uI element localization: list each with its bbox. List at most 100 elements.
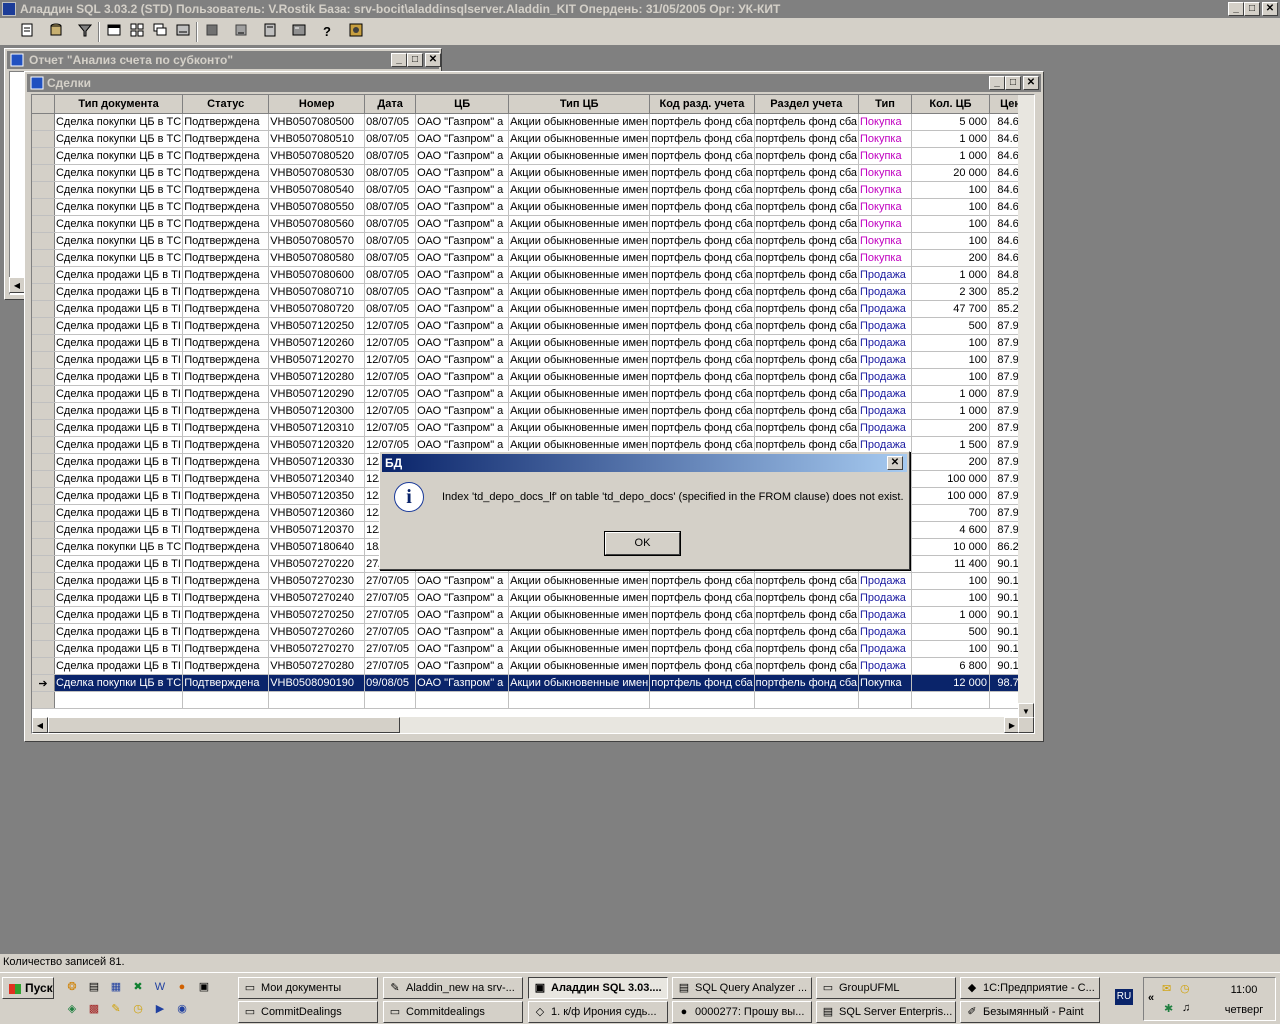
table-row[interactable]: Сделка покупки ЦБ в ТС Подтверждена VHB050…: [32, 130, 1034, 148]
cell-security[interactable]: ОАО "Газпром" а: [415, 351, 510, 369]
cell-quantity[interactable]: 500: [911, 623, 990, 641]
cell-number[interactable]: VHB0507080600: [268, 266, 366, 284]
report-maximize-button[interactable]: □: [407, 53, 423, 67]
taskbar-button[interactable]: ◆ 1С:Предприятие - С...: [960, 977, 1100, 999]
cell-status[interactable]: Подтверждена: [182, 232, 270, 250]
cell-date[interactable]: 08/07/05: [364, 232, 417, 250]
cell-section[interactable]: портфель фонд сба: [754, 572, 860, 590]
cell-type[interactable]: Продажа: [858, 419, 912, 437]
language-indicator[interactable]: RU: [1115, 989, 1133, 1005]
cell-security[interactable]: ОАО "Газпром" а: [415, 266, 510, 284]
cell-security[interactable]: ОАО "Газпром" а: [415, 589, 510, 607]
cell-doc-type[interactable]: Сделка продажи ЦБ в ТІ: [54, 572, 184, 590]
cell-status[interactable]: Подтверждена: [182, 164, 270, 182]
table-row[interactable]: Сделка продажи ЦБ в ТІ Подтверждена VHB050…: [32, 317, 1034, 335]
taskbar-button[interactable]: ▤ SQL Server Enterpris...: [816, 1001, 956, 1023]
cell-security-type[interactable]: Акции обыкновенные имен: [508, 113, 651, 131]
cell-section[interactable]: портфель фонд сба: [754, 674, 860, 692]
cell-status[interactable]: Подтверждена: [182, 198, 270, 216]
quicklaunch-player-icon[interactable]: ▶: [152, 1001, 168, 1017]
cell-date[interactable]: 27/07/05: [364, 640, 417, 658]
cell-date[interactable]: 12/07/05: [364, 351, 417, 369]
table-row[interactable]: Сделка покупки ЦБ в ТС Подтверждена VHB050…: [32, 164, 1034, 182]
cell-doc-type[interactable]: Сделка продажи ЦБ в ТІ: [54, 283, 184, 301]
cell-quantity[interactable]: 100 000: [911, 470, 990, 488]
cell-number[interactable]: VHB0507270270: [268, 640, 366, 658]
cell-doc-type[interactable]: Сделка продажи ЦБ в ТІ: [54, 436, 184, 454]
cell-security[interactable]: ОАО "Газпром" а: [415, 130, 510, 148]
cell-security[interactable]: ОАО "Газпром" а: [415, 249, 510, 267]
cell-status[interactable]: Подтверждена: [182, 487, 270, 505]
cascade-icon[interactable]: [149, 22, 171, 42]
cell-security[interactable]: ОАО "Газпром" а: [415, 164, 510, 182]
cell-security-type[interactable]: Акции обыкновенные имен: [508, 215, 651, 233]
cell-security-type[interactable]: Акции обыкновенные имен: [508, 368, 651, 386]
minimize-button[interactable]: _: [1228, 2, 1244, 16]
cell-security[interactable]: ОАО "Газпром" а: [415, 334, 510, 352]
cell-type[interactable]: Продажа: [858, 606, 912, 624]
maximize-button[interactable]: □: [1244, 2, 1260, 16]
cell-doc-type[interactable]: Сделка продажи ЦБ в ТІ: [54, 385, 184, 403]
cell-status[interactable]: Подтверждена: [182, 657, 270, 675]
cell-status[interactable]: Подтверждена: [182, 521, 270, 539]
cell-quantity[interactable]: 500: [911, 317, 990, 335]
cell-doc-type[interactable]: Сделка продажи ЦБ в ТІ: [54, 300, 184, 318]
table-row[interactable]: Сделка продажи ЦБ в ТІ Подтверждена VHB050…: [32, 419, 1034, 437]
cell-status[interactable]: Подтверждена: [182, 317, 270, 335]
cell-type[interactable]: Продажа: [858, 657, 912, 675]
table-row[interactable]: Сделка покупки ЦБ в ТС Подтверждена VHB050…: [32, 113, 1034, 131]
cell-number[interactable]: VHB0507120290: [268, 385, 366, 403]
grid-vertical-scrollbar[interactable]: ▼: [1018, 95, 1034, 719]
cell-status[interactable]: Подтверждена: [182, 555, 270, 573]
cell-quantity[interactable]: 2 300: [911, 283, 990, 301]
cell-security[interactable]: ОАО "Газпром" а: [415, 147, 510, 165]
calc-icon[interactable]: [288, 22, 310, 42]
table-row[interactable]: Сделка покупки ЦБ в ТС Подтверждена VHB050…: [32, 198, 1034, 216]
table-row[interactable]: Сделка покупки ЦБ в ТС Подтверждена VHB050…: [32, 232, 1034, 250]
cell-security-type[interactable]: Акции обыкновенные имен: [508, 657, 651, 675]
column-header-section-code[interactable]: Код разд. учета: [649, 95, 755, 114]
cell-status[interactable]: Подтверждена: [182, 283, 270, 301]
cell-type[interactable]: Продажа: [858, 402, 912, 420]
cell-status[interactable]: Подтверждена: [182, 215, 270, 233]
table-row[interactable]: Сделка продажи ЦБ в ТІ Подтверждена VHB050…: [32, 606, 1034, 624]
row-indicator[interactable]: [32, 300, 55, 318]
cell-section[interactable]: портфель фонд сба: [754, 181, 860, 199]
cell-security-type[interactable]: Акции обыкновенные имен: [508, 606, 651, 624]
cell-quantity[interactable]: 1 000: [911, 606, 990, 624]
row-indicator[interactable]: [32, 351, 55, 369]
taskbar-button[interactable]: ▣ Аладдин SQL 3.03....: [528, 977, 668, 999]
column-header-security-type[interactable]: Тип ЦБ: [508, 95, 651, 114]
cell-section-code[interactable]: портфель фонд сба: [649, 385, 755, 403]
quicklaunch-messenger-icon[interactable]: ◉: [174, 1001, 190, 1017]
cell-section-code[interactable]: портфель фонд сба: [649, 215, 755, 233]
row-indicator[interactable]: [32, 317, 55, 335]
table-row[interactable]: Сделка продажи ЦБ в ТІ Подтверждена VHB050…: [32, 657, 1034, 675]
row-indicator[interactable]: [32, 453, 55, 471]
row-indicator[interactable]: [32, 521, 55, 539]
scroll-left-button[interactable]: ◀: [32, 717, 48, 733]
cell-security[interactable]: ОАО "Газпром" а: [415, 606, 510, 624]
cell-number[interactable]: VHB0507080520: [268, 147, 366, 165]
table-row[interactable]: Сделка покупки ЦБ в ТС Подтверждена VHB050…: [32, 215, 1034, 233]
row-indicator[interactable]: [32, 589, 55, 607]
cell-type[interactable]: Продажа: [858, 317, 912, 335]
deals-close-button[interactable]: ✕: [1023, 76, 1039, 90]
taskbar-button[interactable]: ● 0000277: Прошу вы...: [672, 1001, 812, 1023]
cell-date[interactable]: 27/07/05: [364, 623, 417, 641]
cell-type[interactable]: Покупка: [858, 674, 912, 692]
cell-doc-type[interactable]: Сделка продажи ЦБ в ТІ: [54, 317, 184, 335]
cell-status[interactable]: Подтверждена: [182, 674, 270, 692]
row-indicator[interactable]: [32, 181, 55, 199]
filter-icon[interactable]: [74, 22, 96, 42]
cell-section[interactable]: портфель фонд сба: [754, 351, 860, 369]
cell-doc-type[interactable]: Сделка продажи ЦБ в ТІ: [54, 606, 184, 624]
cell-doc-type[interactable]: Сделка покупки ЦБ в ТС: [54, 147, 184, 165]
cell-section[interactable]: портфель фонд сба: [754, 300, 860, 318]
taskbar-button[interactable]: ✐ Безымянный - Paint: [960, 1001, 1100, 1023]
cell-doc-type[interactable]: Сделка продажи ЦБ в ТІ: [54, 470, 184, 488]
cell-date[interactable]: 08/07/05: [364, 181, 417, 199]
cell-doc-type[interactable]: Сделка продажи ЦБ в ТІ: [54, 589, 184, 607]
cell-number[interactable]: VHB0507120330: [268, 453, 366, 471]
cell-security-type[interactable]: Акции обыкновенные имен: [508, 640, 651, 658]
